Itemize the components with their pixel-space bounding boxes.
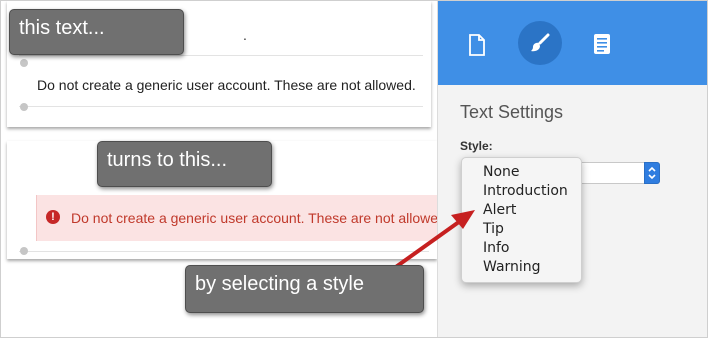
callout-this-text: this text... — [9, 9, 184, 55]
callout-label: turns to this... — [107, 149, 228, 171]
callout-turns-to: turns to this... — [97, 141, 272, 187]
callout-label: this text... — [19, 17, 105, 39]
screenshot-frame: . Do not create a generic user account. … — [0, 0, 708, 338]
callout-label: by selecting a style — [195, 273, 364, 295]
callout-selecting-style: by selecting a style — [185, 265, 424, 313]
